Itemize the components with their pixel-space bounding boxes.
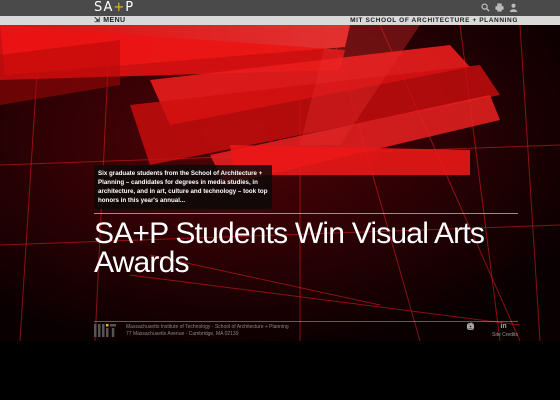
hero-divider — [94, 213, 518, 214]
footer-address: Massachusetts Institute of Technology · … — [126, 324, 289, 338]
twitter-icon[interactable] — [467, 323, 485, 330]
top-header: SA+P — [0, 0, 560, 16]
mit-logo[interactable] — [94, 324, 116, 337]
linkedin-icon[interactable]: in — [500, 323, 507, 330]
header-icons — [481, 3, 518, 12]
sap-logo[interactable]: SA+P — [94, 0, 134, 16]
site-credits-link[interactable]: Site Credits — [492, 332, 518, 339]
social-links: f in — [467, 323, 518, 330]
search-icon[interactable] — [481, 3, 490, 12]
page-bottom — [0, 341, 560, 400]
instagram-icon[interactable] — [467, 323, 518, 330]
hero-image — [0, 25, 560, 341]
menu-label: MENU — [103, 17, 126, 24]
footer-divider — [94, 321, 518, 322]
logo-suffix: P — [125, 0, 135, 15]
print-icon[interactable] — [495, 3, 504, 12]
chevron-down-icon: ⇲ — [94, 17, 101, 24]
user-icon[interactable] — [509, 3, 518, 12]
hero-banner[interactable]: Six graduate students from the School of… — [0, 25, 560, 341]
article-headline[interactable]: SA+P Students Win Visual Arts Awards — [94, 219, 524, 278]
school-name-link[interactable]: MIT SCHOOL OF ARCHITECTURE + PLANNING — [350, 16, 518, 25]
logo-prefix: SA — [94, 0, 114, 15]
article-excerpt[interactable]: Six graduate students from the School of… — [94, 165, 272, 209]
menu-button[interactable]: ⇲ MENU — [94, 16, 125, 25]
footer-line-1: Massachusetts Institute of Technology · … — [126, 324, 289, 330]
youtube-icon[interactable] — [467, 323, 496, 330]
footer-line-2: 77 Massachusetts Avenue · Cambridge, MA … — [126, 331, 239, 337]
logo-plus: + — [113, 0, 126, 15]
menu-bar: ⇲ MENU MIT SCHOOL OF ARCHITECTURE + PLANN… — [0, 16, 560, 25]
